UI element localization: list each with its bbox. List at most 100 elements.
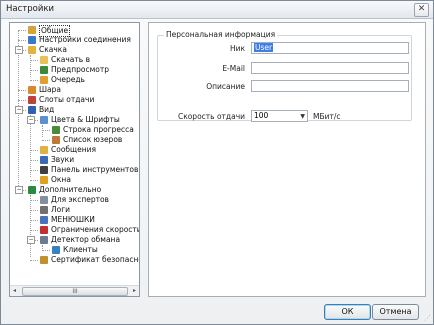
clients-icon: [52, 246, 60, 254]
personal-info-group: Персональная информация Ник User E-Mail …: [157, 30, 412, 122]
preview-icon: [40, 66, 48, 74]
resize-grip-icon[interactable]: ⋰: [424, 314, 431, 322]
settings-window: Настройки ✕ Общие Настройки соединения − Ск…: [0, 0, 434, 325]
messages-icon: [40, 146, 48, 154]
tree-item[interactable]: МЕНЮШКИ: [10, 215, 139, 225]
tree-expander-icon[interactable]: −: [15, 106, 23, 114]
tree-connector-line: [30, 180, 38, 181]
tree-item[interactable]: Сообщения: [10, 145, 139, 155]
slots-icon: [28, 96, 36, 104]
tree-item-label: Строка прогресса: [63, 125, 134, 134]
logs-icon: [40, 206, 48, 214]
tree-item-label: Сертификат безопасности: [51, 255, 139, 264]
view-icon: [28, 106, 36, 114]
tree-item-label: Предпросмотр: [51, 65, 109, 74]
share-icon: [28, 86, 36, 94]
tree-item[interactable]: Общие: [10, 25, 139, 37]
chevron-down-icon: ▼: [300, 113, 305, 120]
folder-icon: [40, 56, 48, 64]
upload-speed-value: 100: [254, 111, 269, 120]
tree-item-label: Клиенты: [63, 245, 98, 254]
tree-item[interactable]: Для экспертов: [10, 195, 139, 205]
close-button[interactable]: ✕: [414, 3, 429, 17]
tree-item[interactable]: Ограничения скорости: [10, 225, 139, 235]
tree-item[interactable]: Слоты отдачи: [10, 95, 139, 105]
tree-item-label: Звуки: [51, 155, 75, 164]
settings-tree[interactable]: Общие Настройки соединения − Скачка Скачать …: [9, 22, 140, 297]
upload-speed-unit: МБит/с: [313, 112, 341, 121]
users-list-icon: [52, 136, 60, 144]
title-bar: Настройки ✕: [1, 1, 433, 19]
nick-field[interactable]: User: [251, 42, 409, 54]
tree-connector-line: [42, 130, 50, 131]
general-icon: [28, 26, 36, 34]
tree-item[interactable]: Сертификат безопасности: [10, 255, 139, 265]
progress-bar-icon: [52, 126, 60, 134]
upload-speed-label: Скорость отдачи: [177, 112, 245, 121]
ok-button[interactable]: ОК: [324, 304, 371, 320]
description-field[interactable]: [251, 80, 409, 92]
tree-item-label: Для экспертов: [51, 195, 109, 204]
tree-item[interactable]: − Детектор обмана: [10, 235, 139, 245]
tree-item[interactable]: Строка прогресса: [10, 125, 139, 135]
tree-item[interactable]: Скачать в: [10, 55, 139, 65]
personal-info-legend: Персональная информация: [164, 30, 278, 39]
scroll-thumb[interactable]: III: [22, 287, 128, 296]
tree-connector-line: [42, 250, 50, 251]
tree-item-label: Дополнительно: [39, 185, 102, 194]
tree-item[interactable]: − Дополнительно: [10, 185, 139, 195]
tree-item[interactable]: Предпросмотр: [10, 65, 139, 75]
queue-icon: [40, 76, 48, 84]
settings-content-panel: Персональная информация Ник User E-Mail …: [148, 22, 426, 297]
menus-icon: [40, 216, 48, 224]
tree-connector-line: [30, 150, 38, 151]
sounds-icon: [40, 156, 48, 164]
tree-expander-icon[interactable]: −: [27, 116, 35, 124]
tree-item-label: Скачать в: [51, 55, 90, 64]
tree-connector-line: [30, 230, 38, 231]
cancel-button[interactable]: Отмена: [372, 304, 419, 320]
upload-speed-select[interactable]: 100 ▼: [251, 110, 308, 122]
tree-item[interactable]: − Скачка: [10, 45, 139, 55]
certificate-icon: [40, 256, 48, 264]
tree-horizontal-scrollbar[interactable]: ◂ III ▸: [10, 285, 139, 296]
window-title: Настройки: [6, 4, 55, 14]
tree-connector-line: [30, 160, 38, 161]
tree-connector-line: [42, 140, 50, 141]
tree-item-label: Детектор обмана: [51, 235, 121, 244]
tree-connector-line: [30, 70, 38, 71]
tree-item[interactable]: Список юзеров: [10, 135, 139, 145]
tree-connector-line: [18, 30, 26, 31]
tree-connector-line: [30, 210, 38, 211]
tree-item[interactable]: Очередь: [10, 75, 139, 85]
connection-icon: [28, 36, 36, 44]
tree-expander-icon[interactable]: −: [15, 46, 23, 54]
tree-connector-line: [30, 260, 38, 261]
scroll-left-arrow[interactable]: ◂: [10, 286, 19, 296]
tree-item-label: Вид: [39, 105, 55, 114]
tree-connector-line: [30, 220, 38, 221]
tree-item-label: Шара: [39, 85, 61, 94]
tree-item[interactable]: Панель инструментов: [10, 165, 139, 175]
tree-connector-line: [30, 60, 38, 61]
tree-item[interactable]: Клиенты: [10, 245, 139, 255]
tree-item[interactable]: Звуки: [10, 155, 139, 165]
scroll-right-arrow[interactable]: ▸: [130, 286, 139, 296]
tree-expander-icon[interactable]: −: [27, 236, 35, 244]
tree-item-label: Цвета & Шрифты: [51, 115, 120, 124]
tree-expander-icon[interactable]: −: [15, 186, 23, 194]
email-field[interactable]: [251, 62, 409, 74]
tree-item[interactable]: Настройки соединения: [10, 35, 139, 45]
experts-icon: [40, 196, 48, 204]
advanced-icon: [28, 186, 36, 194]
tree-item[interactable]: Шара: [10, 85, 139, 95]
tree-connector-line: [30, 170, 38, 171]
nick-label: Ник: [229, 44, 245, 53]
tree-item[interactable]: − Цвета & Шрифты: [10, 115, 139, 125]
description-label: Описание: [206, 82, 245, 91]
tree-item[interactable]: − Вид: [10, 105, 139, 115]
speed-limit-icon: [40, 226, 48, 234]
tree-item[interactable]: Логи: [10, 205, 139, 215]
toolbar-icon: [40, 166, 48, 174]
tree-item[interactable]: Окна: [10, 175, 139, 185]
